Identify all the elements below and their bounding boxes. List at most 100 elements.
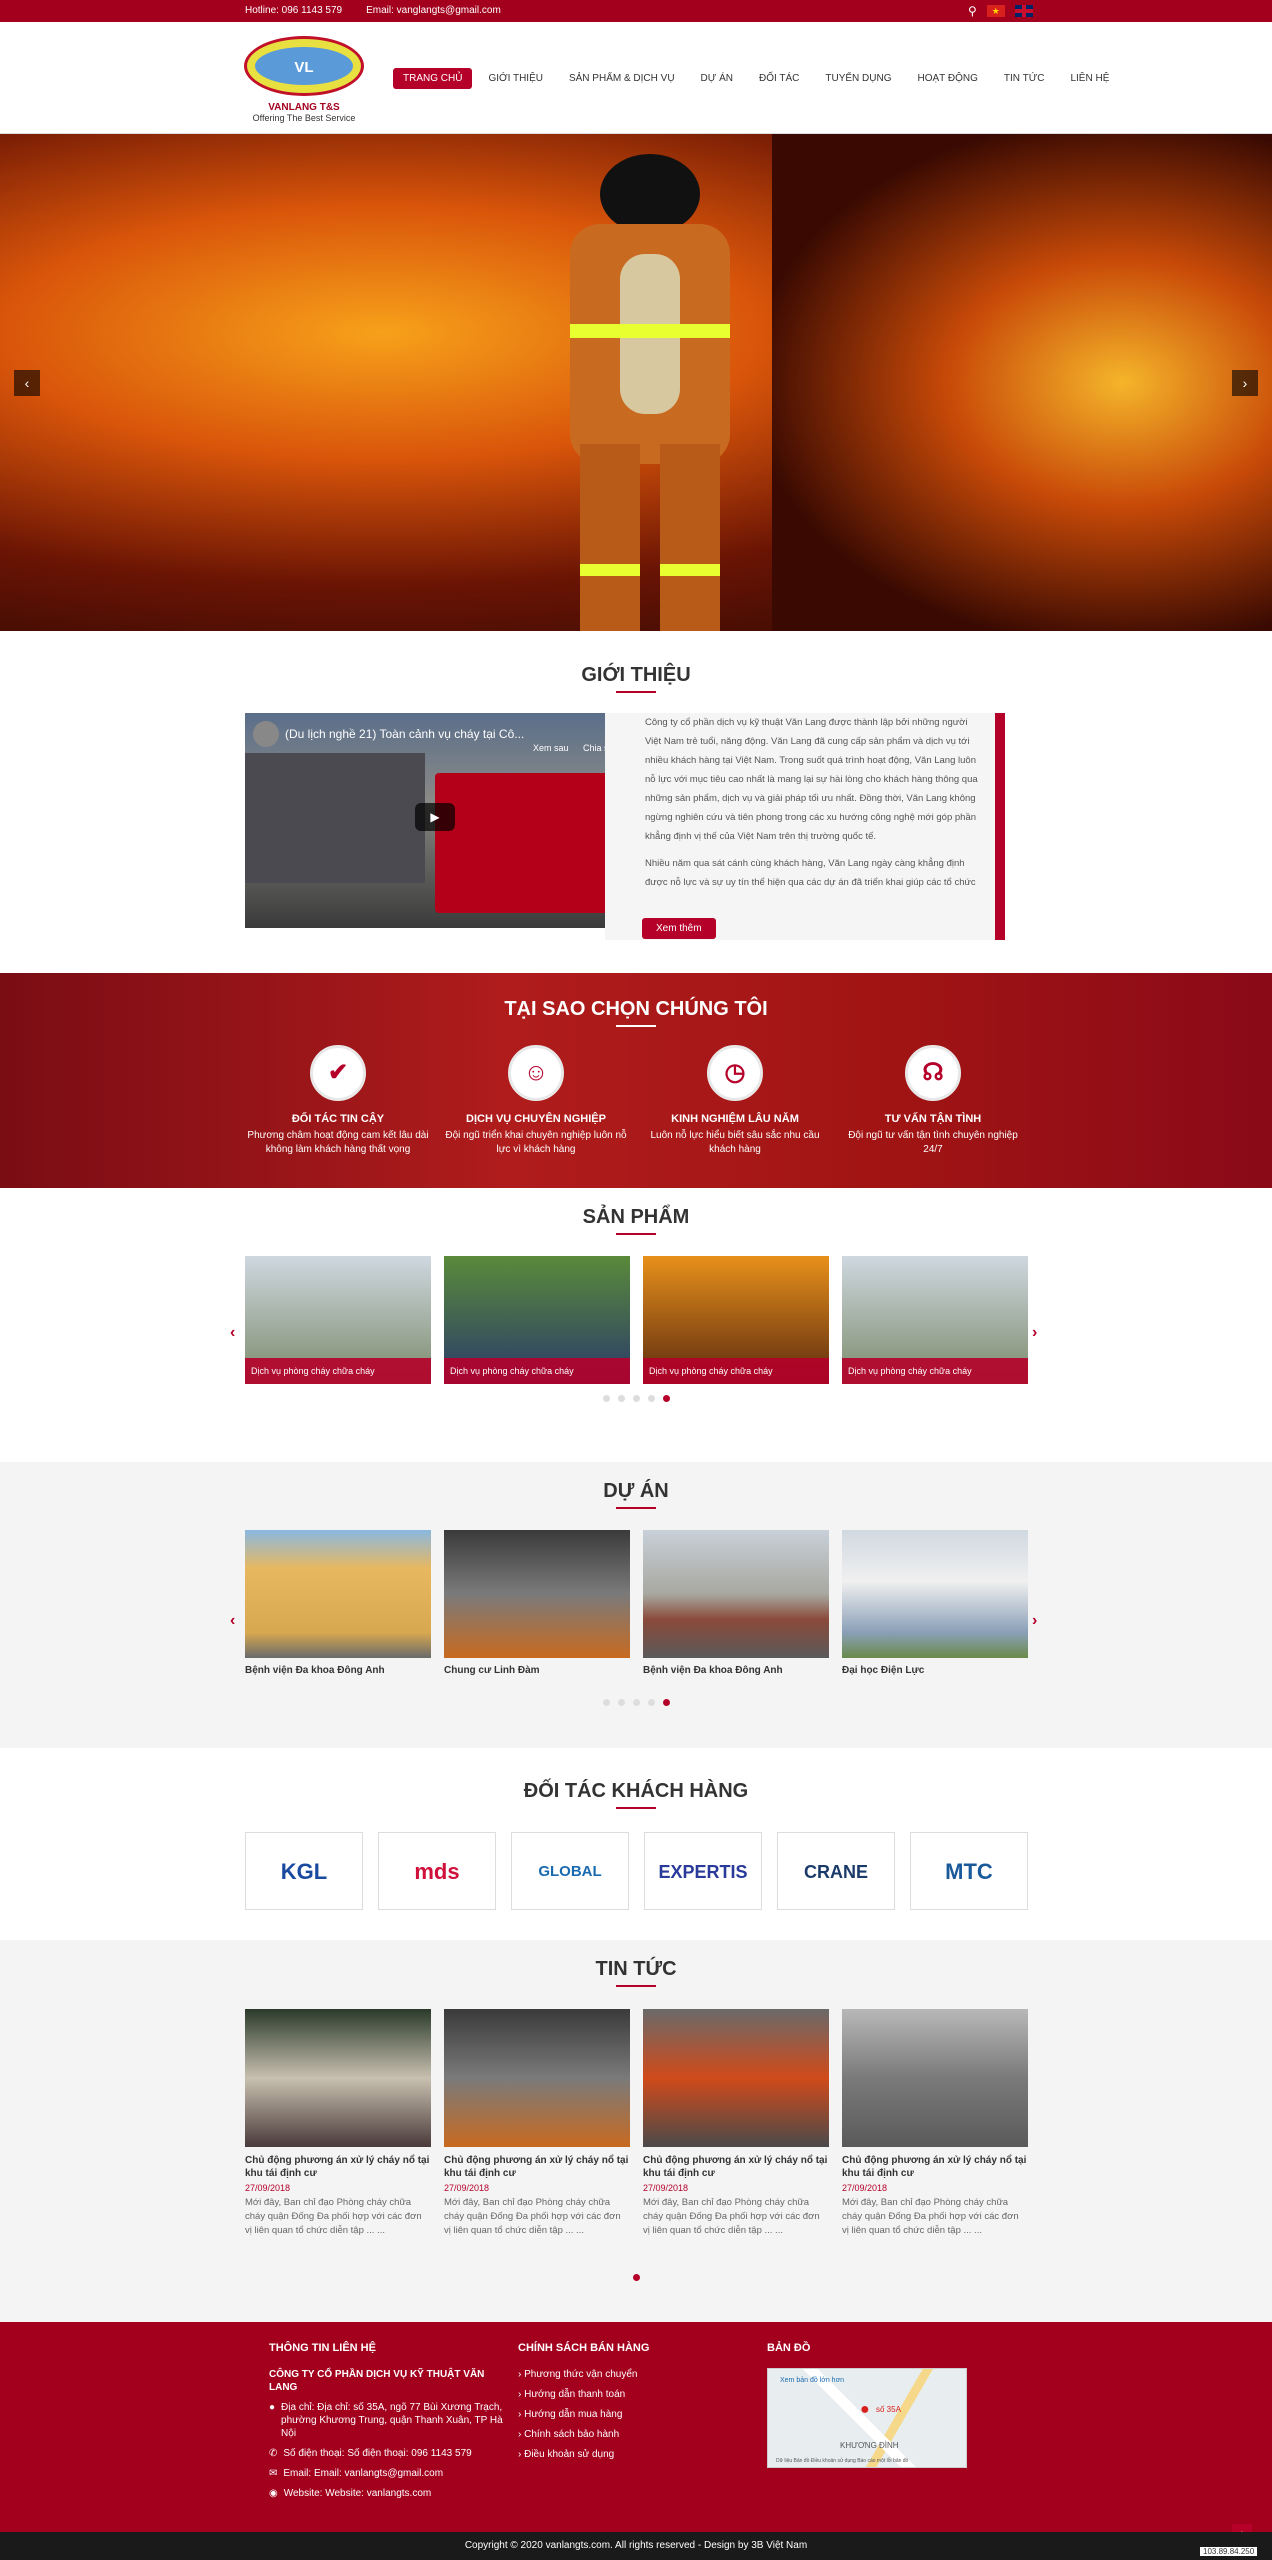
headset-icon: ☊ bbox=[905, 1045, 961, 1101]
map-credit: Dữ liệu Bản đồ Điều khoản sử dụng Báo cá… bbox=[776, 2458, 909, 2464]
map-marker-icon: ● bbox=[860, 2401, 870, 2418]
map-pin-icon: ● bbox=[269, 2402, 276, 2413]
news-card[interactable]: Chủ động phương án xử lý cháy nổ tại khu… bbox=[643, 2009, 829, 2238]
products-next-button[interactable]: › bbox=[1032, 1324, 1037, 1342]
copyright-text: Copyright © 2020 vanlangts.com. All righ… bbox=[464, 2540, 808, 2551]
why-item: ☺ DỊCH VỤ CHUYÊN NGHIỆP Đội ngũ triển khai… bbox=[441, 1045, 631, 1157]
why-item: ✔ ĐỐI TÁC TIN CẬY Phương châm hoạt động ca… bbox=[243, 1045, 433, 1157]
watch-later-button[interactable]: Xem sau bbox=[533, 743, 569, 753]
why-item: ☊ TƯ VẤN TẬN TÌNH Đội ngũ tư vấn tận tình … bbox=[838, 1045, 1028, 1157]
product-card[interactable]: Dịch vụ phòng cháy chữa cháy bbox=[643, 1256, 829, 1384]
partner-logo-expertis[interactable]: EXPERTIS bbox=[644, 1832, 762, 1910]
partners-title: ĐỐI TÁC KHÁCH HÀNG bbox=[0, 1780, 1272, 1809]
nav-activities[interactable]: HOẠT ĐỘNG bbox=[908, 68, 988, 89]
policy-link[interactable]: › Điều khoản sử dụng bbox=[518, 2448, 738, 2461]
partner-logo-kgl[interactable]: KGL bbox=[245, 1832, 363, 1910]
hotline-text: Hotline: 096 1143 579 bbox=[245, 5, 343, 16]
nav-partners[interactable]: ĐỐI TÁC bbox=[749, 68, 809, 89]
play-icon[interactable]: ▶ bbox=[415, 803, 455, 831]
video-title: (Du lịch nghề 21) Toàn cảnh vụ cháy tại … bbox=[285, 727, 525, 741]
main-nav: TRANG CHỦ GIỚI THIỆU SẢN PHẨM & DỊCH VỤ … bbox=[393, 68, 1125, 89]
news-card[interactable]: Chủ động phương án xử lý cháy nổ tại khu… bbox=[842, 2009, 1028, 2238]
news-card[interactable]: Chủ động phương án xử lý cháy nổ tại khu… bbox=[444, 2009, 630, 2238]
intro-paragraph-2: Nhiều năm qua sát cánh cùng khách hàng, … bbox=[645, 858, 976, 888]
map-area-label: KHƯƠNG ĐÌNH bbox=[840, 2441, 899, 2450]
footer-policies: CHÍNH SÁCH BÁN HÀNG › Phương thức vận ch… bbox=[518, 2342, 738, 2468]
footer-map: BẢN ĐỒ bbox=[767, 2342, 811, 2354]
project-image[interactable] bbox=[245, 1530, 431, 1658]
clock-icon: ◷ bbox=[707, 1045, 763, 1101]
why-choose-us: TẠI SAO CHỌN CHÚNG TÔI ✔ ĐỐI TÁC TIN CẬY P… bbox=[0, 973, 1272, 1188]
why-title: TẠI SAO CHỌN CHÚNG TÔI bbox=[0, 998, 1272, 1027]
logo-tagline: Offering The Best Service bbox=[252, 113, 356, 123]
envelope-icon: ✉ bbox=[269, 2468, 278, 2479]
nav-contact[interactable]: LIÊN HỆ bbox=[1060, 68, 1119, 89]
logo-emblem: VL bbox=[244, 36, 364, 96]
partner-logo-crane[interactable]: CRANE bbox=[777, 1832, 895, 1910]
read-more-button[interactable]: Xem thêm bbox=[642, 918, 716, 939]
news-card[interactable]: Chủ động phương án xử lý cháy nổ tại khu… bbox=[245, 2009, 431, 2238]
news-pagination bbox=[0, 2270, 1272, 2284]
ip-badge: 103.89.84.250 bbox=[1200, 2547, 1258, 2556]
firefighter-image bbox=[570, 154, 730, 631]
footer-contact: THÔNG TIN LIÊN HỆ CÔNG TY CỔ PHẦN DỊCH V… bbox=[269, 2342, 503, 2499]
news-section bbox=[0, 1940, 1272, 2322]
project-image[interactable] bbox=[444, 1530, 630, 1658]
project-name[interactable]: Bệnh viện Đa khoa Đông Anh bbox=[245, 1665, 385, 1676]
hero-slider: ‹ › bbox=[0, 134, 1272, 631]
project-image[interactable] bbox=[842, 1530, 1028, 1658]
footer: THÔNG TIN LIÊN HỆ CÔNG TY CỔ PHẦN DỊCH V… bbox=[0, 2322, 1272, 2532]
intro-text-box: Công ty cổ phần dịch vụ kỹ thuật Văn Lan… bbox=[605, 713, 1005, 940]
project-image[interactable] bbox=[643, 1530, 829, 1658]
products-title: SẢN PHẨM bbox=[0, 1206, 1272, 1235]
site-logo[interactable]: VL VANLANG T&S Offering The Best Service bbox=[244, 36, 364, 123]
projects-title: DỰ ÁN bbox=[0, 1480, 1272, 1509]
nav-home[interactable]: TRANG CHỦ bbox=[393, 68, 473, 89]
hero-prev-button[interactable]: ‹ bbox=[14, 370, 40, 396]
phone-icon: ✆ bbox=[269, 2448, 278, 2459]
nav-products[interactable]: SẢN PHẨM & DỊCH VỤ bbox=[559, 68, 685, 89]
hero-next-button[interactable]: › bbox=[1232, 370, 1258, 396]
project-name[interactable]: Bệnh viện Đa khoa Đông Anh bbox=[643, 1665, 783, 1676]
intro-title: GIỚI THIỆU bbox=[0, 664, 1272, 693]
nav-projects[interactable]: DỰ ÁN bbox=[691, 68, 743, 89]
products-prev-button[interactable]: ‹ bbox=[230, 1324, 235, 1342]
projects-prev-button[interactable]: ‹ bbox=[230, 1612, 235, 1630]
project-name[interactable]: Đại học Điện Lực bbox=[842, 1665, 924, 1676]
intro-paragraph-1: Công ty cổ phần dịch vụ kỹ thuật Văn Lan… bbox=[645, 717, 978, 842]
nav-careers[interactable]: TUYỂN DỤNG bbox=[815, 68, 901, 89]
why-item: ◷ KINH NGHIỆM LÂU NĂM Luôn nỗ lực hiểu biế… bbox=[640, 1045, 830, 1157]
policy-link[interactable]: › Chính sách bảo hành bbox=[518, 2428, 738, 2441]
products-pagination bbox=[0, 1391, 1272, 1405]
product-card[interactable]: Dịch vụ phòng cháy chữa cháy bbox=[842, 1256, 1028, 1384]
map-larger-link[interactable]: Xem bản đồ lớn hơn bbox=[780, 2377, 844, 2384]
product-card[interactable]: Dịch vụ phòng cháy chữa cháy bbox=[444, 1256, 630, 1384]
product-card[interactable]: Dịch vụ phòng cháy chữa cháy bbox=[245, 1256, 431, 1384]
partner-logo-mtc[interactable]: MTC bbox=[910, 1832, 1028, 1910]
search-icon[interactable]: ⚲ bbox=[968, 4, 977, 18]
news-title: TIN TỨC bbox=[0, 1958, 1272, 1987]
google-map[interactable]: Xem bản đồ lớn hơn ● số 35A KHƯƠNG ĐÌNH … bbox=[767, 2368, 967, 2468]
partner-logo-global[interactable]: GLOBAL bbox=[511, 1832, 629, 1910]
nav-news[interactable]: TIN TỨC bbox=[994, 68, 1055, 89]
map-pin-label: số 35A bbox=[876, 2405, 901, 2414]
nav-about[interactable]: GIỚI THIỆU bbox=[478, 68, 553, 89]
project-name[interactable]: Chung cư Linh Đàm bbox=[444, 1665, 540, 1676]
email-text: Email: vanglangts@gmail.com bbox=[366, 5, 501, 16]
partner-logo-mds[interactable]: mds bbox=[378, 1832, 496, 1910]
vietnam-flag-icon[interactable]: ★ bbox=[986, 5, 1005, 17]
uk-flag-icon[interactable] bbox=[1014, 5, 1033, 17]
header: VL VANLANG T&S Offering The Best Service… bbox=[0, 22, 1272, 134]
top-bar: Hotline: 096 1143 579 Email: vanglangts@… bbox=[0, 0, 1272, 22]
globe-icon: ◉ bbox=[269, 2488, 278, 2499]
fire-image bbox=[772, 134, 1272, 631]
policy-link[interactable]: › Hướng dẫn thanh toán bbox=[518, 2388, 738, 2401]
projects-next-button[interactable]: › bbox=[1032, 1612, 1037, 1630]
projects-pagination bbox=[0, 1695, 1272, 1709]
policy-link[interactable]: › Hướng dẫn mua hàng bbox=[518, 2408, 738, 2421]
policy-link[interactable]: › Phương thức vận chuyển bbox=[518, 2368, 738, 2381]
users-icon: ☺ bbox=[508, 1045, 564, 1101]
intro-video[interactable]: (Du lịch nghề 21) Toàn cảnh vụ cháy tại … bbox=[245, 713, 628, 928]
channel-avatar bbox=[253, 721, 279, 747]
copyright-bar: Copyright © 2020 vanlangts.com. All righ… bbox=[0, 2532, 1272, 2560]
